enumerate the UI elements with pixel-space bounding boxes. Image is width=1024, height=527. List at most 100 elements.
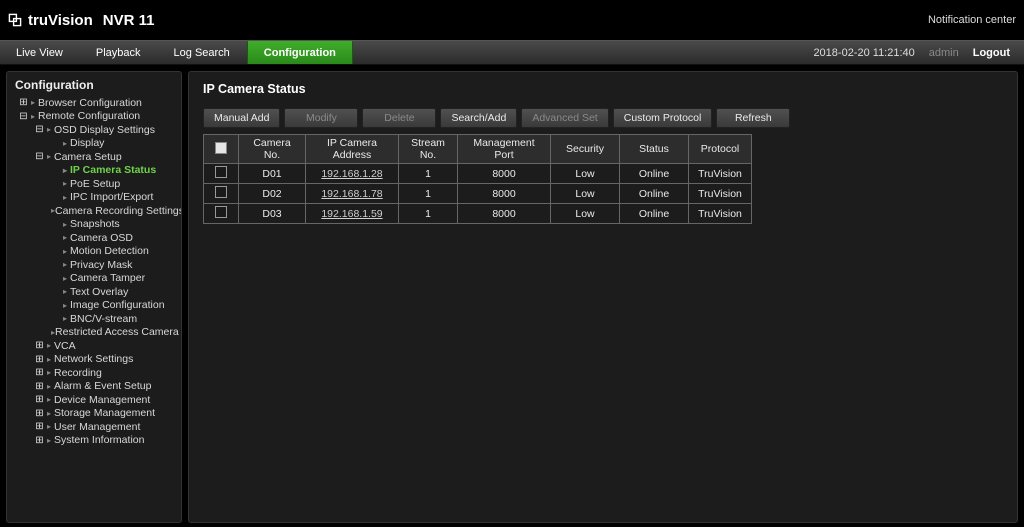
tree-arrow-icon: ▸ (44, 341, 54, 350)
tree-toggle-icon[interactable]: ⊞ (35, 367, 44, 378)
sidebar-item-browser-configuration[interactable]: ⊞▸Browser Configuration (11, 96, 177, 110)
sidebar-item-vca[interactable]: ⊞▸VCA (11, 339, 177, 353)
table-row[interactable]: D02192.168.1.7818000LowOnlineTruVision (204, 184, 752, 204)
table-row[interactable]: D01192.168.1.2818000LowOnlineTruVision (204, 164, 752, 184)
cell-value: Low (551, 184, 620, 204)
sidebar-item-recording[interactable]: ⊞▸Recording (11, 366, 177, 380)
refresh-button[interactable]: Refresh (716, 108, 790, 128)
tree-arrow-icon: ▸ (60, 314, 70, 323)
sidebar-item-snapshots[interactable]: ▸Snapshots (11, 218, 177, 232)
sidebar-item-label: Display (70, 137, 104, 149)
cell-checkbox (204, 164, 239, 184)
sidebar-item-label: Device Management (54, 394, 150, 406)
brand-name: truVision (28, 12, 93, 29)
row-checkbox[interactable] (215, 166, 227, 178)
sidebar-item-image-configuration[interactable]: ▸Image Configuration (11, 299, 177, 313)
sidebar-item-alarm-event-setup[interactable]: ⊞▸Alarm & Event Setup (11, 380, 177, 394)
sidebar-item-remote-configuration[interactable]: ⊟▸Remote Configuration (11, 110, 177, 124)
sidebar-item-label: Snapshots (70, 218, 120, 230)
sidebar-item-label: IPC Import/Export (70, 191, 153, 203)
sidebar-item-restricted-access-camera[interactable]: ▸Restricted Access Camera (11, 326, 177, 340)
sidebar-item-label: Storage Management (54, 407, 155, 419)
tree-toggle-icon[interactable]: ⊟ (35, 151, 44, 162)
cell-value: Online (620, 184, 689, 204)
custom-protocol-button[interactable]: Custom Protocol (613, 108, 713, 128)
manual-add-button[interactable]: Manual Add (203, 108, 280, 128)
cell-ip-link[interactable]: 192.168.1.78 (306, 184, 399, 204)
sidebar-item-display[interactable]: ▸Display (11, 137, 177, 151)
tree-arrow-icon: ▸ (44, 409, 54, 418)
sidebar-item-camera-setup[interactable]: ⊟▸Camera Setup (11, 150, 177, 164)
sidebar-item-user-management[interactable]: ⊞▸User Management (11, 420, 177, 434)
sidebar-item-camera-osd[interactable]: ▸Camera OSD (11, 231, 177, 245)
content-pane: IP Camera Status Manual AddModifyDeleteS… (188, 71, 1018, 523)
tree-toggle-icon[interactable]: ⊞ (19, 97, 28, 108)
search-add-button[interactable]: Search/Add (440, 108, 517, 128)
cell-value: Online (620, 204, 689, 224)
sidebar-item-privacy-mask[interactable]: ▸Privacy Mask (11, 258, 177, 272)
sidebar-item-label: Restricted Access Camera (55, 326, 179, 338)
table-row[interactable]: D03192.168.1.5918000LowOnlineTruVision (204, 204, 752, 224)
sidebar-item-motion-detection[interactable]: ▸Motion Detection (11, 245, 177, 259)
sidebar-item-label: System Information (54, 434, 144, 446)
tree-arrow-icon: ▸ (44, 355, 54, 364)
sidebar-item-label: Recording (54, 367, 102, 379)
sidebar-item-label: Camera Setup (54, 151, 122, 163)
sidebar-item-device-management[interactable]: ⊞▸Device Management (11, 393, 177, 407)
cell-value: D01 (239, 164, 306, 184)
cell-ip-link[interactable]: 192.168.1.59 (306, 204, 399, 224)
sidebar-item-poe-setup[interactable]: ▸PoE Setup (11, 177, 177, 191)
logo-icon (8, 13, 22, 27)
tree-arrow-icon: ▸ (28, 98, 38, 107)
sidebar-item-camera-tamper[interactable]: ▸Camera Tamper (11, 272, 177, 286)
cell-value: Online (620, 164, 689, 184)
tree-toggle-icon[interactable]: ⊞ (35, 381, 44, 392)
sidebar-item-system-information[interactable]: ⊞▸System Information (11, 434, 177, 448)
tree-toggle-icon[interactable]: ⊟ (35, 124, 44, 135)
notification-center-link[interactable]: Notification center (928, 14, 1016, 26)
tree-toggle-icon[interactable]: ⊟ (19, 111, 28, 122)
sidebar-item-label: Camera Tamper (70, 272, 145, 284)
row-checkbox[interactable] (215, 186, 227, 198)
sidebar-item-text-overlay[interactable]: ▸Text Overlay (11, 285, 177, 299)
sidebar-item-storage-management[interactable]: ⊞▸Storage Management (11, 407, 177, 421)
tree-toggle-icon[interactable]: ⊞ (35, 354, 44, 365)
sidebar-item-ipc-import-export[interactable]: ▸IPC Import/Export (11, 191, 177, 205)
tree-arrow-icon: ▸ (60, 233, 70, 242)
camera-table: Camera No.IP Camera AddressStream No.Man… (203, 134, 752, 224)
cell-value: D02 (239, 184, 306, 204)
sidebar-item-ip-camera-status[interactable]: ▸IP Camera Status (11, 164, 177, 178)
tree-toggle-icon[interactable]: ⊞ (35, 394, 44, 405)
tree-arrow-icon: ▸ (60, 166, 70, 175)
cell-value: 8000 (458, 184, 551, 204)
nav-item-playback[interactable]: Playback (80, 41, 158, 64)
sidebar: Configuration ⊞▸Browser Configuration⊟▸R… (6, 71, 182, 523)
brand-bar: truVision NVR 11 Notification center (0, 0, 1024, 40)
cell-value: 1 (399, 184, 458, 204)
row-checkbox[interactable] (215, 206, 227, 218)
nav-item-configuration[interactable]: Configuration (247, 41, 353, 64)
tree-toggle-icon[interactable]: ⊞ (35, 340, 44, 351)
tree-arrow-icon: ▸ (44, 422, 54, 431)
cell-value: 1 (399, 164, 458, 184)
tree-arrow-icon: ▸ (28, 112, 38, 121)
delete-button: Delete (362, 108, 436, 128)
tree-toggle-icon[interactable]: ⊞ (35, 435, 44, 446)
tree-arrow-icon: ▸ (44, 382, 54, 391)
tree-arrow-icon: ▸ (44, 395, 54, 404)
sidebar-item-camera-recording-settings[interactable]: ▸Camera Recording Settings (11, 204, 177, 218)
sidebar-item-network-settings[interactable]: ⊞▸Network Settings (11, 353, 177, 367)
tree-toggle-icon[interactable]: ⊞ (35, 408, 44, 419)
logout-link[interactable]: Logout (973, 47, 1010, 59)
sidebar-item-osd-display-settings[interactable]: ⊟▸OSD Display Settings (11, 123, 177, 137)
nav-item-live-view[interactable]: Live View (0, 41, 80, 64)
col-header-protocol: Protocol (689, 135, 752, 164)
nav-item-log-search[interactable]: Log Search (158, 41, 247, 64)
col-header-ip-camera-address: IP Camera Address (306, 135, 399, 164)
tree-toggle-icon[interactable]: ⊞ (35, 421, 44, 432)
sidebar-item-label: Browser Configuration (38, 97, 142, 109)
sidebar-item-bnc-v-stream[interactable]: ▸BNC/V-stream (11, 312, 177, 326)
cell-ip-link[interactable]: 192.168.1.28 (306, 164, 399, 184)
select-all-checkbox[interactable] (215, 142, 227, 154)
cell-value: 1 (399, 204, 458, 224)
